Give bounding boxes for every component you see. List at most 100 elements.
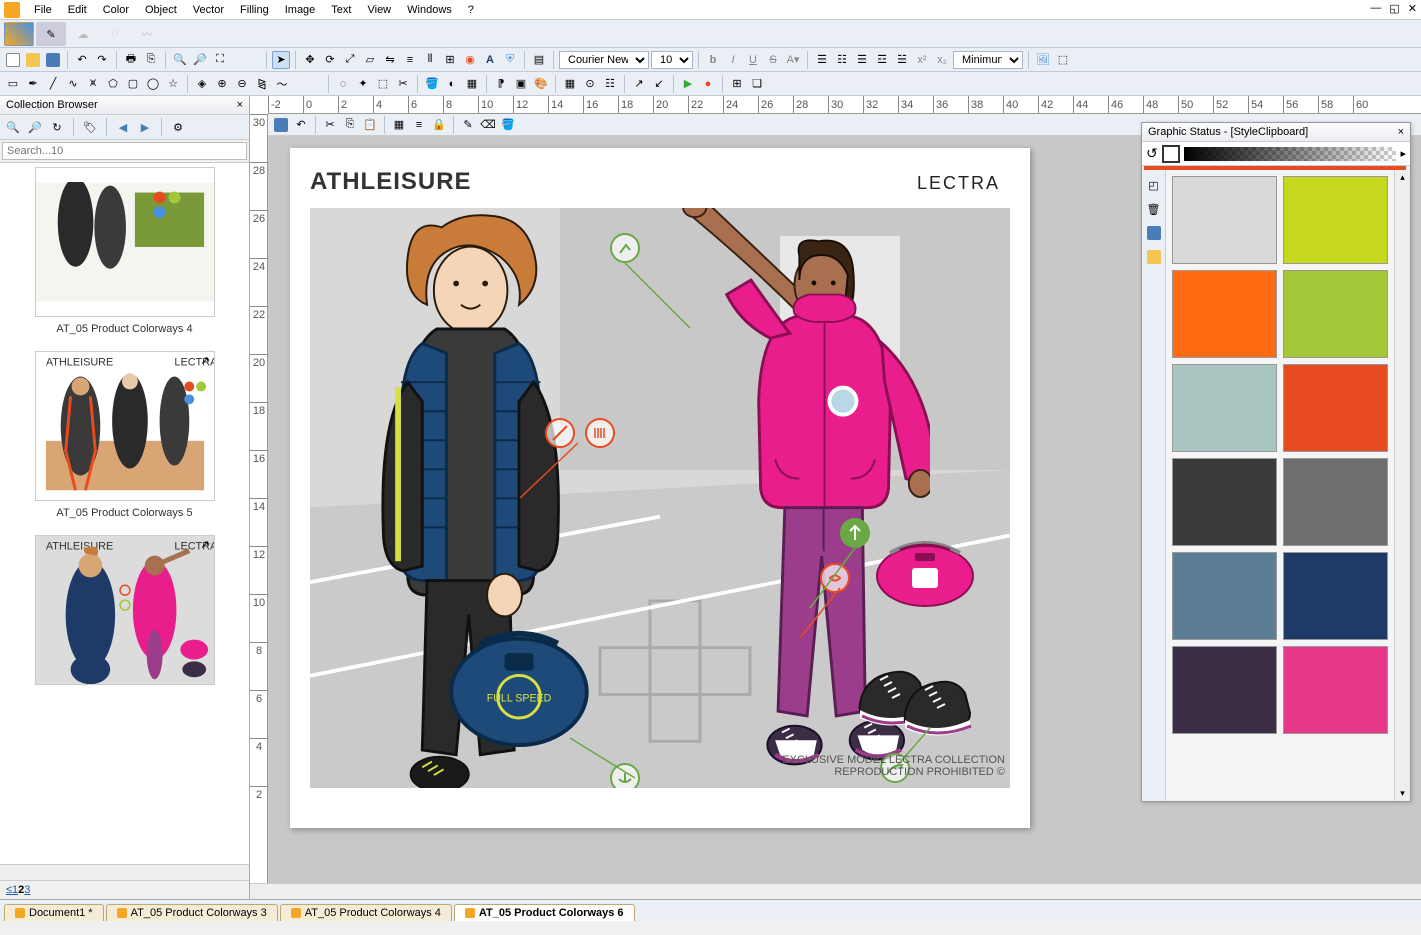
canvas-brush-icon[interactable]: ✎ — [459, 116, 477, 134]
browser-fit-icon[interactable]: 🔎 — [26, 118, 44, 136]
crop-tool-icon[interactable]: ✂ — [394, 75, 412, 93]
distribute-icon[interactable]: ⫴ — [421, 51, 439, 69]
color-picker-icon[interactable]: ◉ — [461, 51, 479, 69]
magic-wand-icon[interactable]: ✦ — [354, 75, 372, 93]
document-tab[interactable]: AT_05 Product Colorways 6 — [454, 904, 635, 921]
pen-tool-icon[interactable]: ✒ — [24, 75, 42, 93]
canvas-layers-icon[interactable]: ≡ — [410, 116, 428, 134]
canvas-lock-icon[interactable]: 🔒 — [430, 116, 448, 134]
list-item[interactable]: ↗ ATHLEISURE LECTRA — [4, 535, 245, 685]
font-color-icon[interactable]: A▾ — [784, 51, 802, 69]
menu-vector[interactable]: Vector — [185, 2, 232, 18]
color-swatch[interactable] — [1283, 364, 1388, 452]
brush-tool-icon[interactable] — [4, 22, 34, 46]
pencil-tool-icon[interactable]: ✎ — [36, 22, 66, 46]
strike-icon[interactable]: S — [764, 51, 782, 69]
redo-icon[interactable]: ↷ — [93, 51, 111, 69]
color-swatch[interactable] — [1283, 176, 1388, 264]
delete-node-icon[interactable]: ⊖ — [233, 75, 251, 93]
menu-windows[interactable]: Windows — [399, 2, 460, 18]
mirror-icon[interactable]: ⇋ — [381, 51, 399, 69]
italic-icon[interactable]: I — [724, 51, 742, 69]
image-tool-icon[interactable]: 🖼 — [1034, 51, 1052, 69]
palette-icon[interactable]: 🎨 — [532, 75, 550, 93]
rectangle-icon[interactable]: ▢ — [124, 75, 142, 93]
print-icon[interactable]: 🖶 — [122, 51, 140, 69]
menu-file[interactable]: File — [26, 2, 60, 18]
bold-icon[interactable]: b — [704, 51, 722, 69]
open-icon[interactable] — [24, 51, 42, 69]
color-swatch[interactable] — [1172, 270, 1277, 358]
snap-icon[interactable]: ⊙ — [581, 75, 599, 93]
search-input[interactable] — [2, 142, 247, 160]
right-panel-close-icon[interactable]: × — [1398, 126, 1404, 138]
pattern-icon[interactable]: ▦ — [463, 75, 481, 93]
canvas-scrollbar-h[interactable] — [250, 883, 1421, 899]
thumbnail[interactable]: ↗ ATHLEISURE LECTRA — [35, 535, 215, 685]
symmetry-icon[interactable]: ⧎ — [253, 75, 271, 93]
zoom-out-icon[interactable]: 🔎 — [191, 51, 209, 69]
gradient-icon[interactable]: ◐ — [443, 75, 461, 93]
menu-edit[interactable]: Edit — [60, 2, 95, 18]
color-swatch[interactable] — [1283, 458, 1388, 546]
line-tool-icon[interactable]: ╱ — [44, 75, 62, 93]
pointer-icon[interactable]: ➤ — [272, 51, 290, 69]
scale-icon[interactable]: ⤢ — [341, 51, 359, 69]
panel-scrollbar[interactable] — [0, 864, 249, 880]
current-swatch[interactable] — [1162, 145, 1180, 163]
superscript-icon[interactable]: x² — [913, 51, 931, 69]
color-swatch[interactable] — [1172, 646, 1277, 734]
browser-list[interactable]: AT_05 Product Colorways 4 ↗ ATHLEISURE L… — [0, 163, 249, 864]
maximize-icon[interactable]: ◱ — [1389, 2, 1399, 15]
menu-object[interactable]: Object — [137, 2, 185, 18]
crop-icon[interactable]: ⬚ — [1054, 51, 1072, 69]
rotate-icon[interactable]: ⟳ — [321, 51, 339, 69]
rp-folder-icon[interactable] — [1145, 248, 1163, 266]
lasso-icon[interactable]: ◌ — [334, 75, 352, 93]
window-tile-icon[interactable]: ⊞ — [728, 75, 746, 93]
thumbnail[interactable]: ↗ ATHLEISURE LECTRA — [35, 351, 215, 501]
canvas-copy-icon[interactable]: ⎘ — [341, 116, 359, 134]
zoom-fit-icon[interactable]: ⛶ — [211, 51, 229, 69]
color-swatch[interactable] — [1172, 176, 1277, 264]
align-left-icon[interactable]: ☰ — [813, 51, 831, 69]
list-bullet-icon[interactable]: ☲ — [873, 51, 891, 69]
record-icon[interactable]: ● — [699, 75, 717, 93]
group-icon[interactable]: ⊞ — [441, 51, 459, 69]
gradient-arrow-icon[interactable]: ▸ — [1400, 147, 1406, 160]
window-cascade-icon[interactable]: ❏ — [748, 75, 766, 93]
menu-filling[interactable]: Filling — [232, 2, 277, 18]
marquee-icon[interactable]: ⬚ — [374, 75, 392, 93]
rp-trash-icon[interactable]: 🗑 — [1145, 200, 1163, 218]
color-swatch[interactable] — [1172, 458, 1277, 546]
reset-swatch-icon[interactable]: ↺ — [1146, 145, 1158, 162]
smooth-icon[interactable]: 〜 — [273, 75, 291, 93]
font-family-select[interactable]: Courier New — [559, 51, 649, 69]
minimize-icon[interactable]: — — [1370, 2, 1381, 15]
color-swatch[interactable] — [1172, 552, 1277, 640]
panel-close-icon[interactable]: × — [237, 99, 243, 111]
blur-tool-icon[interactable]: ◌ — [100, 22, 130, 46]
align-right-icon[interactable]: ☰ — [853, 51, 871, 69]
gradient-slider[interactable] — [1184, 147, 1397, 161]
browser-refresh-icon[interactable]: ↻ — [48, 118, 66, 136]
move-icon[interactable]: ✥ — [301, 51, 319, 69]
curve-tool-icon[interactable]: ∿ — [64, 75, 82, 93]
polygon-icon[interactable]: ⬠ — [104, 75, 122, 93]
smudge-tool-icon[interactable]: 〰 — [132, 22, 162, 46]
export-icon[interactable]: ↗ — [630, 75, 648, 93]
browser-fwd-icon[interactable]: ▶ — [136, 118, 154, 136]
align-icon[interactable]: ≡ — [401, 51, 419, 69]
artboard[interactable]: ATHLEISURE LECTRA — [290, 148, 1030, 828]
swatch-icon[interactable]: ▣ — [512, 75, 530, 93]
browser-back-icon[interactable]: ◀ — [114, 118, 132, 136]
rp-save-icon[interactable] — [1145, 224, 1163, 242]
rp-select-icon[interactable]: ◰ — [1145, 176, 1163, 194]
ellipse-icon[interactable]: ◯ — [144, 75, 162, 93]
list-item[interactable]: ↗ ATHLEISURE LECTRA — [4, 351, 245, 519]
save-icon[interactable] — [44, 51, 62, 69]
browser-tag-icon[interactable]: 🏷 — [81, 118, 99, 136]
layers-icon[interactable]: ▤ — [530, 51, 548, 69]
fill-bucket-icon[interactable]: 🪣 — [423, 75, 441, 93]
list-item[interactable]: AT_05 Product Colorways 4 — [4, 167, 245, 335]
